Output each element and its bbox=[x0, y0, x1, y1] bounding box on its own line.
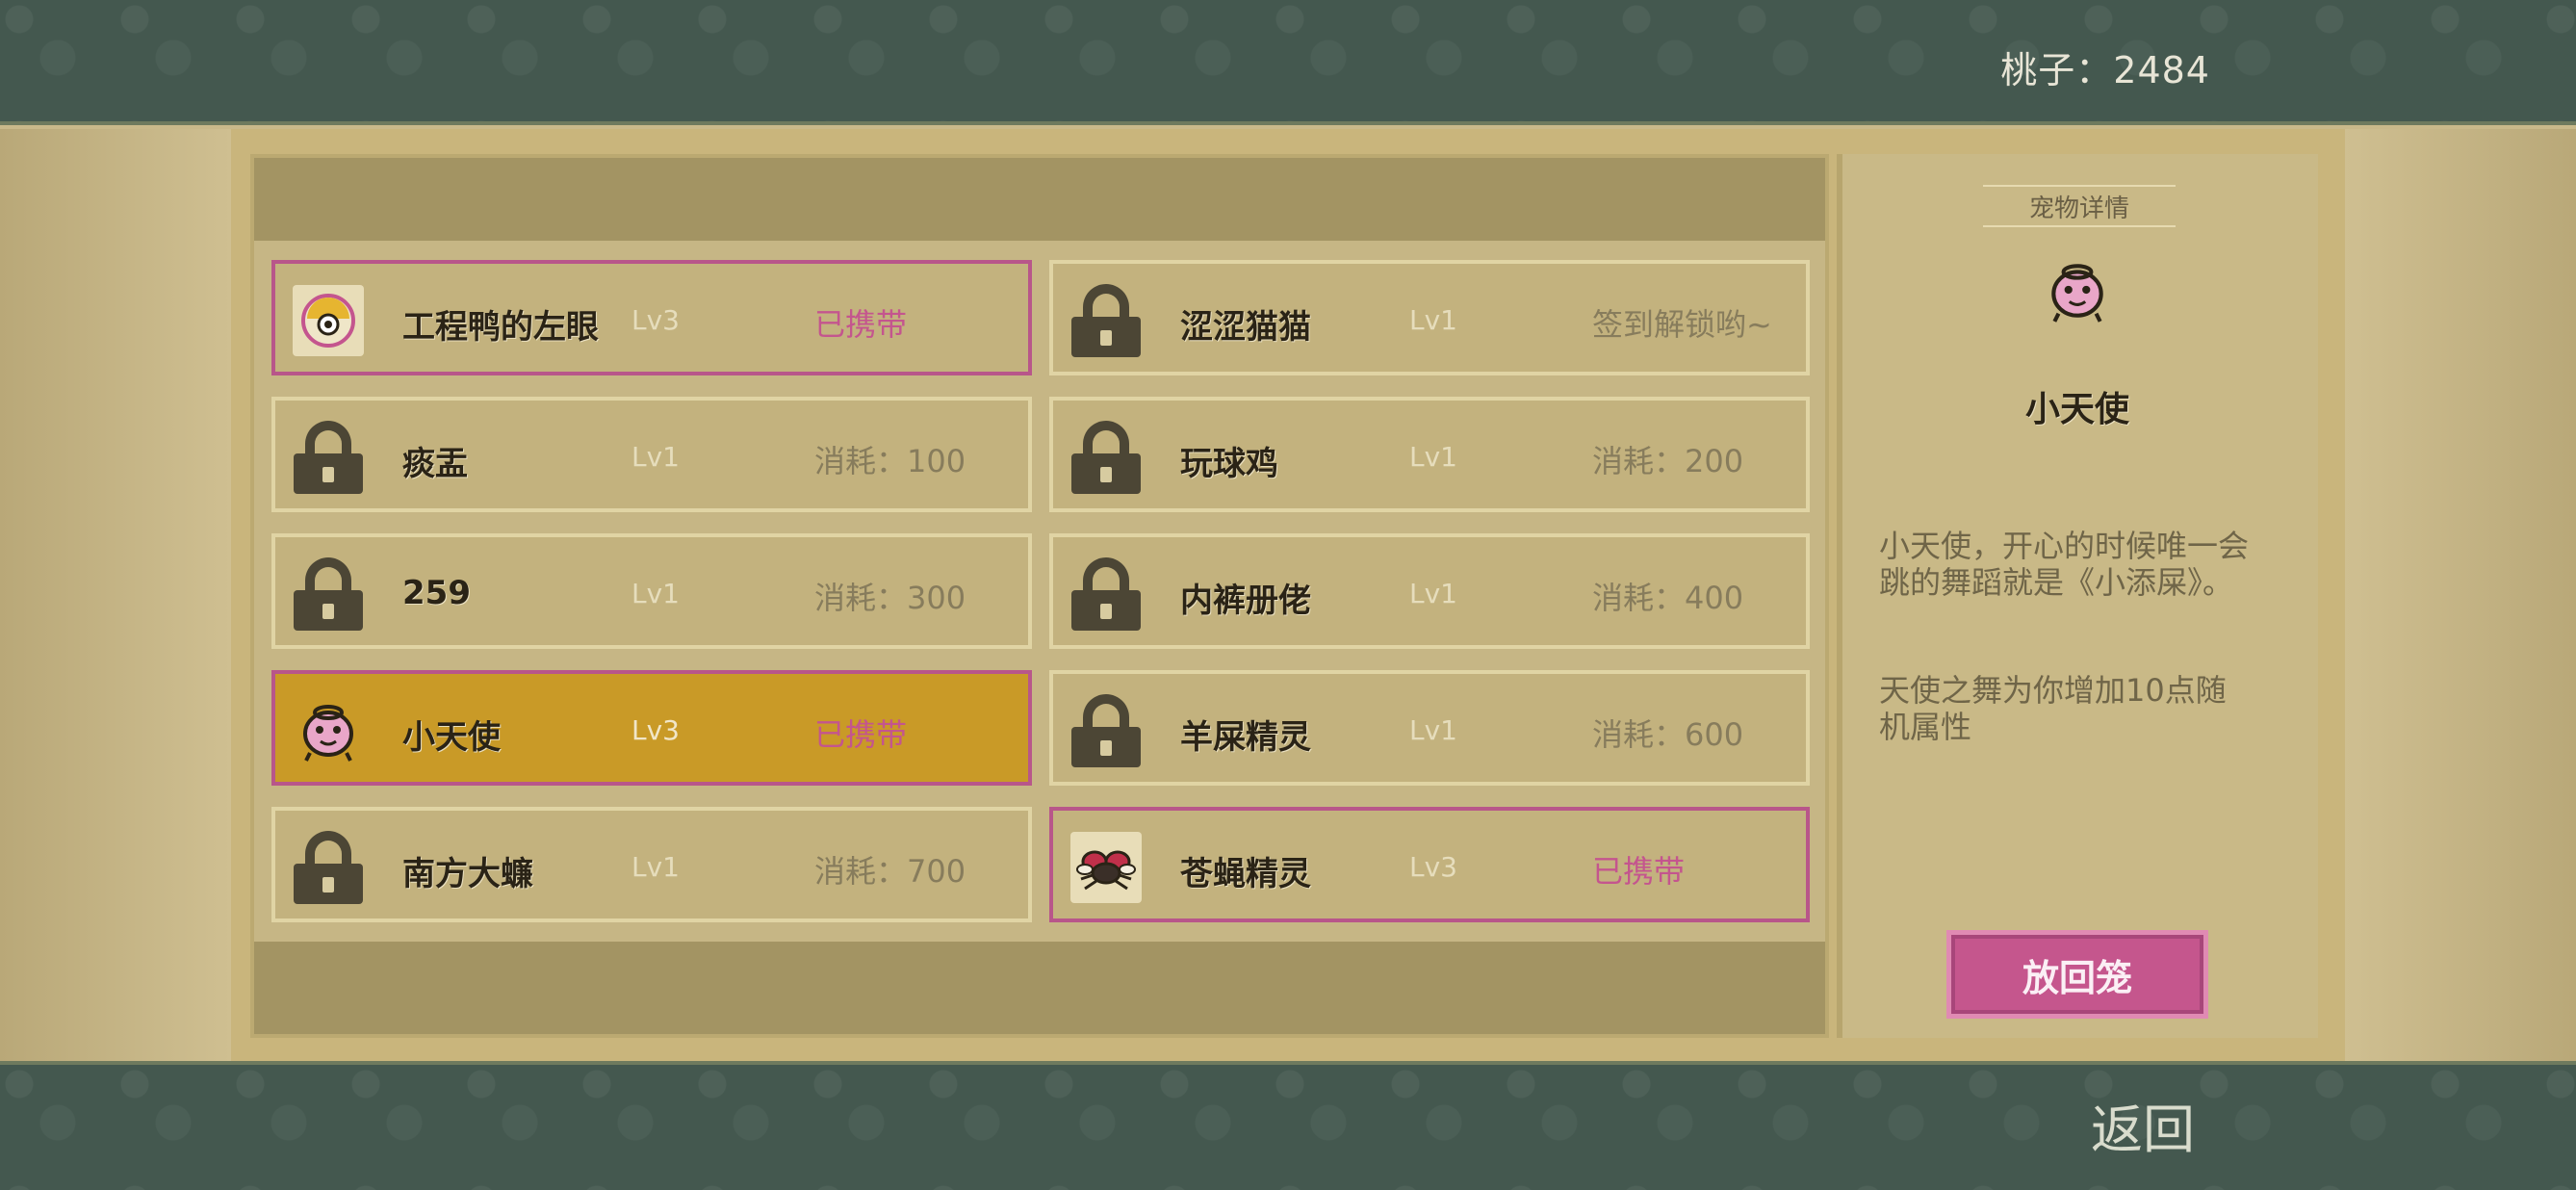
lock-icon bbox=[1070, 694, 1142, 767]
pet-status: 已携带 bbox=[814, 716, 908, 753]
pet-level: Lv1 bbox=[1409, 578, 1457, 609]
pet-name: 痰盂 bbox=[402, 445, 468, 483]
pet-status: 已携带 bbox=[1592, 853, 1686, 890]
pet-status: 消耗：400 bbox=[1592, 580, 1744, 616]
pet-status: 消耗：300 bbox=[814, 580, 966, 616]
currency-label: 桃子： bbox=[2000, 49, 2114, 91]
pet-card[interactable]: 内裤册佬 Lv1 消耗：400 bbox=[1049, 533, 1810, 649]
parchment-right bbox=[2345, 129, 2576, 1061]
pet-level: Lv3 bbox=[1409, 851, 1457, 883]
pet-card[interactable]: 玩球鸡 Lv1 消耗：200 bbox=[1049, 397, 1810, 512]
lock-icon bbox=[1070, 284, 1142, 357]
lock-icon bbox=[1070, 421, 1142, 494]
detail-effect: 天使之舞为你增加10点随机属性 bbox=[1879, 672, 2227, 745]
pet-name: 259 bbox=[402, 574, 471, 612]
pet-name: 工程鸭的左眼 bbox=[402, 308, 599, 347]
detail-pet-name: 小天使 bbox=[2024, 390, 2129, 429]
angel-icon bbox=[293, 695, 364, 766]
pet-level: Lv3 bbox=[631, 304, 680, 336]
lock-icon bbox=[293, 831, 364, 904]
pet-level: Lv1 bbox=[1409, 304, 1457, 336]
pet-status: 签到解锁哟~ bbox=[1592, 306, 1772, 343]
fly-icon bbox=[1070, 832, 1142, 903]
top-bar: 桃子：2484 bbox=[0, 0, 2576, 125]
pet-card[interactable]: 痰盂 Lv1 消耗：100 bbox=[271, 397, 1032, 512]
pet-status: 已携带 bbox=[814, 306, 908, 343]
lock-icon bbox=[1070, 557, 1142, 631]
pet-card[interactable]: 259 Lv1 消耗：300 bbox=[271, 533, 1032, 649]
lock-icon bbox=[293, 421, 364, 494]
pet-status: 消耗：700 bbox=[814, 853, 966, 890]
pet-level: Lv1 bbox=[631, 851, 680, 883]
pet-name: 内裤册佬 bbox=[1180, 582, 1311, 620]
parchment-left bbox=[0, 129, 231, 1061]
pet-status: 消耗：600 bbox=[1592, 716, 1744, 753]
pet-level: Lv1 bbox=[631, 578, 680, 609]
pet-level: Lv1 bbox=[1409, 714, 1457, 746]
pet-name: 涩涩猫猫 bbox=[1180, 308, 1311, 347]
detail-title: 宠物详情 bbox=[1983, 185, 2176, 227]
pet-card-selected[interactable]: 小天使 Lv3 已携带 bbox=[271, 670, 1032, 786]
pet-card[interactable]: 工程鸭的左眼 Lv3 已携带 bbox=[271, 260, 1032, 375]
duck-eye-icon bbox=[293, 285, 364, 356]
pet-card[interactable]: 涩涩猫猫 Lv1 签到解锁哟~ bbox=[1049, 260, 1810, 375]
pet-card[interactable]: 南方大蠊 Lv1 消耗：700 bbox=[271, 807, 1032, 922]
pet-name: 小天使 bbox=[402, 718, 501, 757]
pet-level: Lv1 bbox=[631, 441, 680, 473]
pet-name: 羊屎精灵 bbox=[1180, 718, 1311, 757]
pet-card[interactable]: 羊屎精灵 Lv1 消耗：600 bbox=[1049, 670, 1810, 786]
pet-list-footer bbox=[254, 942, 1825, 1034]
detail-description: 小天使，开心的时候唯一会跳的舞蹈就是《小添屎》。 bbox=[1879, 528, 2250, 601]
pet-list-header bbox=[254, 158, 1825, 241]
pet-level: Lv1 bbox=[1409, 441, 1457, 473]
pet-name: 玩球鸡 bbox=[1180, 445, 1278, 483]
angel-icon bbox=[2043, 256, 2112, 325]
return-to-cage-button[interactable]: 放回笼 bbox=[1946, 930, 2208, 1019]
pet-name: 苍蝇精灵 bbox=[1180, 855, 1311, 893]
pet-status: 消耗：100 bbox=[814, 443, 966, 479]
pet-name: 南方大蠊 bbox=[402, 855, 533, 893]
pet-status: 消耗：200 bbox=[1592, 443, 1744, 479]
currency-value: 2484 bbox=[2113, 49, 2210, 91]
peach-currency: 桃子：2484 bbox=[2000, 40, 2210, 93]
pet-card[interactable]: 苍蝇精灵 Lv3 已携带 bbox=[1049, 807, 1810, 922]
pet-level: Lv3 bbox=[631, 714, 680, 746]
lock-icon bbox=[293, 557, 364, 631]
back-button[interactable]: 返回 bbox=[2064, 1094, 2222, 1160]
